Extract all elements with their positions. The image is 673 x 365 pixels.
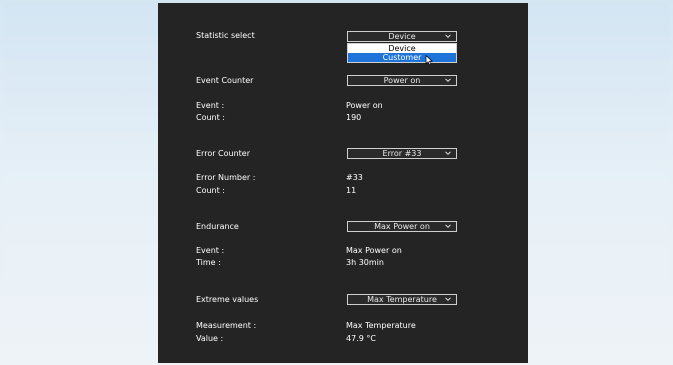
count-label: Count :: [196, 113, 225, 122]
event-counter-select[interactable]: Power on: [347, 75, 457, 86]
chevron-down-icon: [445, 297, 451, 302]
endurance-label: Endurance: [196, 222, 239, 231]
event-value: Power on: [346, 101, 383, 110]
chevron-down-icon: [445, 78, 451, 83]
error-count-label: Count :: [196, 186, 225, 195]
endurance-event-value: Max Power on: [346, 246, 402, 255]
statistic-select[interactable]: Device: [347, 31, 457, 42]
extreme-values-select[interactable]: Max Temperature: [347, 294, 457, 305]
statistic-select-value: Device: [388, 32, 416, 41]
extreme-values-select-value: Max Temperature: [367, 295, 437, 304]
extreme-value-label: Value :: [196, 334, 224, 343]
dropdown-option-customer[interactable]: Customer: [348, 53, 456, 62]
mouse-pointer-icon: [425, 55, 434, 66]
chevron-down-icon: [445, 224, 451, 229]
error-number-value: #33: [346, 173, 363, 182]
event-counter-label: Event Counter: [196, 76, 254, 85]
measurement-value: Max Temperature: [346, 321, 416, 330]
dropdown-option-device[interactable]: Device: [348, 44, 456, 53]
event-counter-select-value: Power on: [383, 76, 421, 85]
event-label: Event :: [196, 101, 225, 110]
extreme-values-label: Extreme values: [196, 295, 259, 304]
error-counter-select[interactable]: Error #33: [347, 148, 457, 159]
chevron-down-icon: [445, 34, 451, 39]
statistic-dropdown-list: Device Customer: [347, 43, 457, 63]
measurement-label: Measurement :: [196, 321, 257, 330]
error-number-label: Error Number :: [196, 173, 256, 182]
extreme-value-value: 47.9 °C: [346, 334, 376, 343]
endurance-event-label: Event :: [196, 246, 225, 255]
error-counter-select-value: Error #33: [382, 149, 422, 158]
endurance-select[interactable]: Max Power on: [347, 221, 457, 232]
endurance-time-value: 3h 30min: [346, 258, 384, 267]
endurance-select-value: Max Power on: [374, 222, 430, 231]
count-value: 190: [346, 113, 362, 122]
endurance-time-label: Time :: [196, 258, 221, 267]
statistics-panel: Statistic select Device Device Customer …: [158, 3, 528, 363]
statistic-select-label: Statistic select: [196, 31, 255, 40]
error-counter-label: Error Counter: [196, 149, 251, 158]
chevron-down-icon: [445, 151, 451, 156]
error-count-value: 11: [346, 186, 357, 195]
